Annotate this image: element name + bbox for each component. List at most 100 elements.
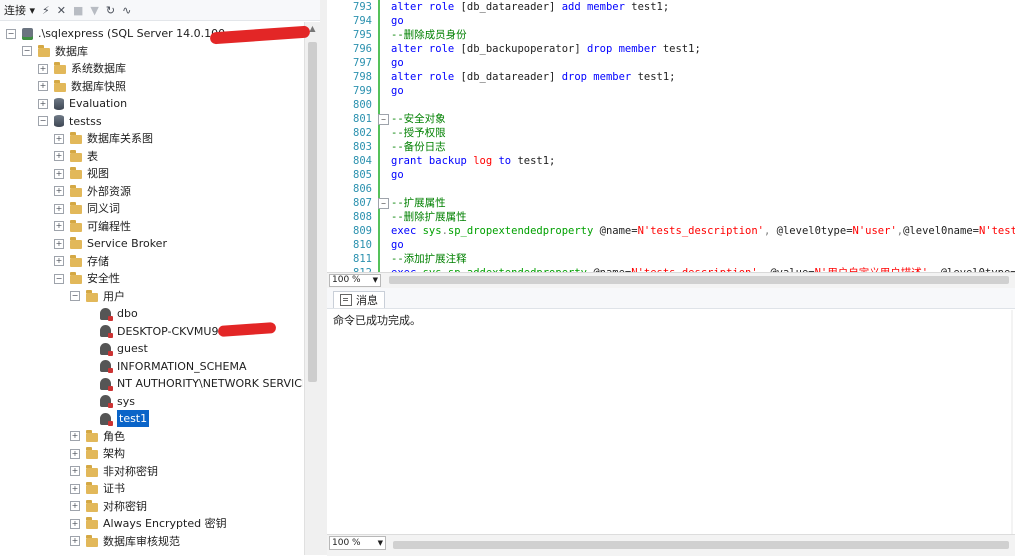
- tree-scrollbar[interactable]: ▲: [304, 22, 320, 555]
- tree-node[interactable]: + 外部资源: [54, 183, 131, 200]
- tree-node[interactable]: + 视图: [54, 165, 109, 182]
- tree-node[interactable]: DESKTOP-CKVMU9: [86, 323, 218, 340]
- tree-node-label: 数据库审核规范: [103, 534, 180, 548]
- tree-node-label: 存储: [87, 254, 109, 268]
- line-number: 799: [353, 85, 372, 97]
- code-token: [db_datareader]: [460, 1, 562, 13]
- stop-icon[interactable]: ■: [73, 4, 83, 17]
- collapse-icon[interactable]: −: [54, 273, 64, 284]
- tree-node[interactable]: test1: [86, 410, 150, 427]
- tree-node-label: 视图: [87, 167, 109, 180]
- connect-icon[interactable]: ⚡: [42, 4, 50, 17]
- connect-button[interactable]: 连接 ▾: [4, 2, 35, 18]
- code-text: --添加扩展注释: [391, 252, 467, 266]
- tree-node[interactable]: + 证书: [70, 480, 125, 497]
- expand-icon[interactable]: +: [70, 466, 80, 476]
- database-icon: [54, 97, 64, 110]
- results-scrollbar[interactable]: [1011, 310, 1013, 534]
- code-token: @name=: [599, 225, 638, 237]
- expand-icon[interactable]: +: [70, 448, 80, 459]
- expand-icon[interactable]: +: [54, 256, 64, 266]
- expand-icon[interactable]: +: [70, 431, 80, 441]
- expand-icon[interactable]: +: [38, 98, 48, 109]
- editor-status-strip: 100 % ▼: [327, 272, 1015, 289]
- tree-node[interactable]: − 数据库: [22, 43, 88, 60]
- tree-node[interactable]: + 同义词: [54, 200, 120, 217]
- sql-editor[interactable]: 793 alter role [db_datareader] add member…: [327, 0, 1015, 272]
- code-token: go: [391, 57, 404, 69]
- code-line: 799: [327, 84, 376, 98]
- scroll-thumb[interactable]: [308, 42, 317, 382]
- tree-node[interactable]: + 数据库审核规范: [70, 533, 180, 550]
- tree-node-label: 角色: [103, 429, 125, 443]
- tree-node[interactable]: INFORMATION_SCHEMA: [86, 358, 247, 375]
- refresh-icon[interactable]: ↻: [106, 4, 115, 17]
- code-line: 802: [327, 126, 376, 140]
- tree-node[interactable]: − .\sqlexpress (SQL Server 14.0.100: [6, 25, 225, 42]
- code-token: go: [391, 15, 404, 27]
- tree-node[interactable]: + Evaluation: [38, 95, 127, 112]
- code-text: go: [391, 56, 404, 70]
- code-line: 807: [327, 196, 376, 210]
- collapse-icon[interactable]: −: [38, 116, 48, 126]
- tree-node[interactable]: sys: [86, 393, 135, 410]
- tree-node[interactable]: − 用户: [70, 288, 125, 305]
- results-zoom-select[interactable]: 100 % ▼: [329, 536, 386, 550]
- expand-icon[interactable]: +: [54, 221, 64, 231]
- code-text: alter role [db_backupoperator] drop memb…: [391, 42, 701, 56]
- expand-icon[interactable]: +: [70, 536, 80, 546]
- code-text: --授予权限: [391, 126, 446, 140]
- fold-collapse-icon[interactable]: −: [378, 198, 389, 209]
- expand-icon[interactable]: +: [70, 518, 80, 529]
- code-token: go: [391, 169, 404, 181]
- collapse-icon[interactable]: −: [6, 28, 16, 39]
- editor-zoom-select[interactable]: 100 % ▼: [329, 274, 381, 287]
- tree-node[interactable]: dbo: [86, 305, 138, 322]
- tree-node[interactable]: − 安全性: [54, 270, 120, 287]
- tree-node[interactable]: + 存储: [54, 253, 109, 270]
- tree-node[interactable]: + 可编程性: [54, 218, 131, 235]
- expand-icon[interactable]: +: [54, 203, 64, 214]
- tab-messages[interactable]: 消息: [333, 291, 385, 308]
- code-token: add member: [561, 1, 632, 13]
- collapse-icon[interactable]: −: [22, 46, 32, 56]
- expand-icon[interactable]: +: [54, 133, 64, 144]
- pane-splitter[interactable]: [320, 0, 327, 555]
- tree-node[interactable]: − testss: [38, 113, 102, 130]
- expand-icon[interactable]: +: [38, 81, 48, 91]
- tree-node[interactable]: + 对称密钥: [70, 498, 147, 515]
- expand-icon[interactable]: +: [38, 63, 48, 74]
- tree-node[interactable]: NT AUTHORITY\NETWORK SERVICE: [86, 375, 303, 392]
- tree-node[interactable]: + 系统数据库: [38, 60, 126, 77]
- tree-node[interactable]: guest: [86, 340, 148, 357]
- folder-icon: [70, 202, 82, 214]
- expand-icon[interactable]: +: [54, 168, 64, 179]
- filter-icon[interactable]: ▼: [90, 4, 98, 17]
- tree-node[interactable]: + 角色: [70, 428, 125, 445]
- results-horizontal-scrollbar[interactable]: [393, 541, 1009, 549]
- code-token: alter role: [391, 71, 461, 83]
- expand-icon[interactable]: +: [70, 483, 80, 494]
- tree-node[interactable]: + Service Broker: [54, 235, 167, 252]
- expand-icon[interactable]: +: [54, 186, 64, 196]
- tree-node[interactable]: + 架构: [70, 445, 125, 462]
- tree-node[interactable]: + 表: [54, 148, 98, 165]
- tree-node[interactable]: + 非对称密钥: [70, 463, 158, 480]
- disconnect-icon[interactable]: ✕: [57, 4, 66, 17]
- activity-icon[interactable]: ∿: [122, 4, 131, 17]
- collapse-icon[interactable]: −: [70, 291, 80, 301]
- code-text: alter role [db_datareader] add member te…: [391, 0, 669, 14]
- editor-horizontal-scrollbar[interactable]: [389, 276, 1009, 284]
- expand-icon[interactable]: +: [54, 238, 64, 249]
- expand-icon[interactable]: +: [54, 151, 64, 161]
- fold-collapse-icon[interactable]: −: [378, 114, 389, 125]
- tree-node-label: Always Encrypted 密钥: [103, 517, 227, 530]
- tree-node[interactable]: + Always Encrypted 密钥: [70, 515, 227, 532]
- tree-node[interactable]: + 数据库快照: [38, 78, 126, 95]
- tree-node[interactable]: + 数据库关系图: [54, 130, 153, 147]
- tree-node-label: test1: [117, 410, 150, 427]
- line-number: 801: [353, 113, 372, 125]
- expand-icon[interactable]: +: [70, 501, 80, 511]
